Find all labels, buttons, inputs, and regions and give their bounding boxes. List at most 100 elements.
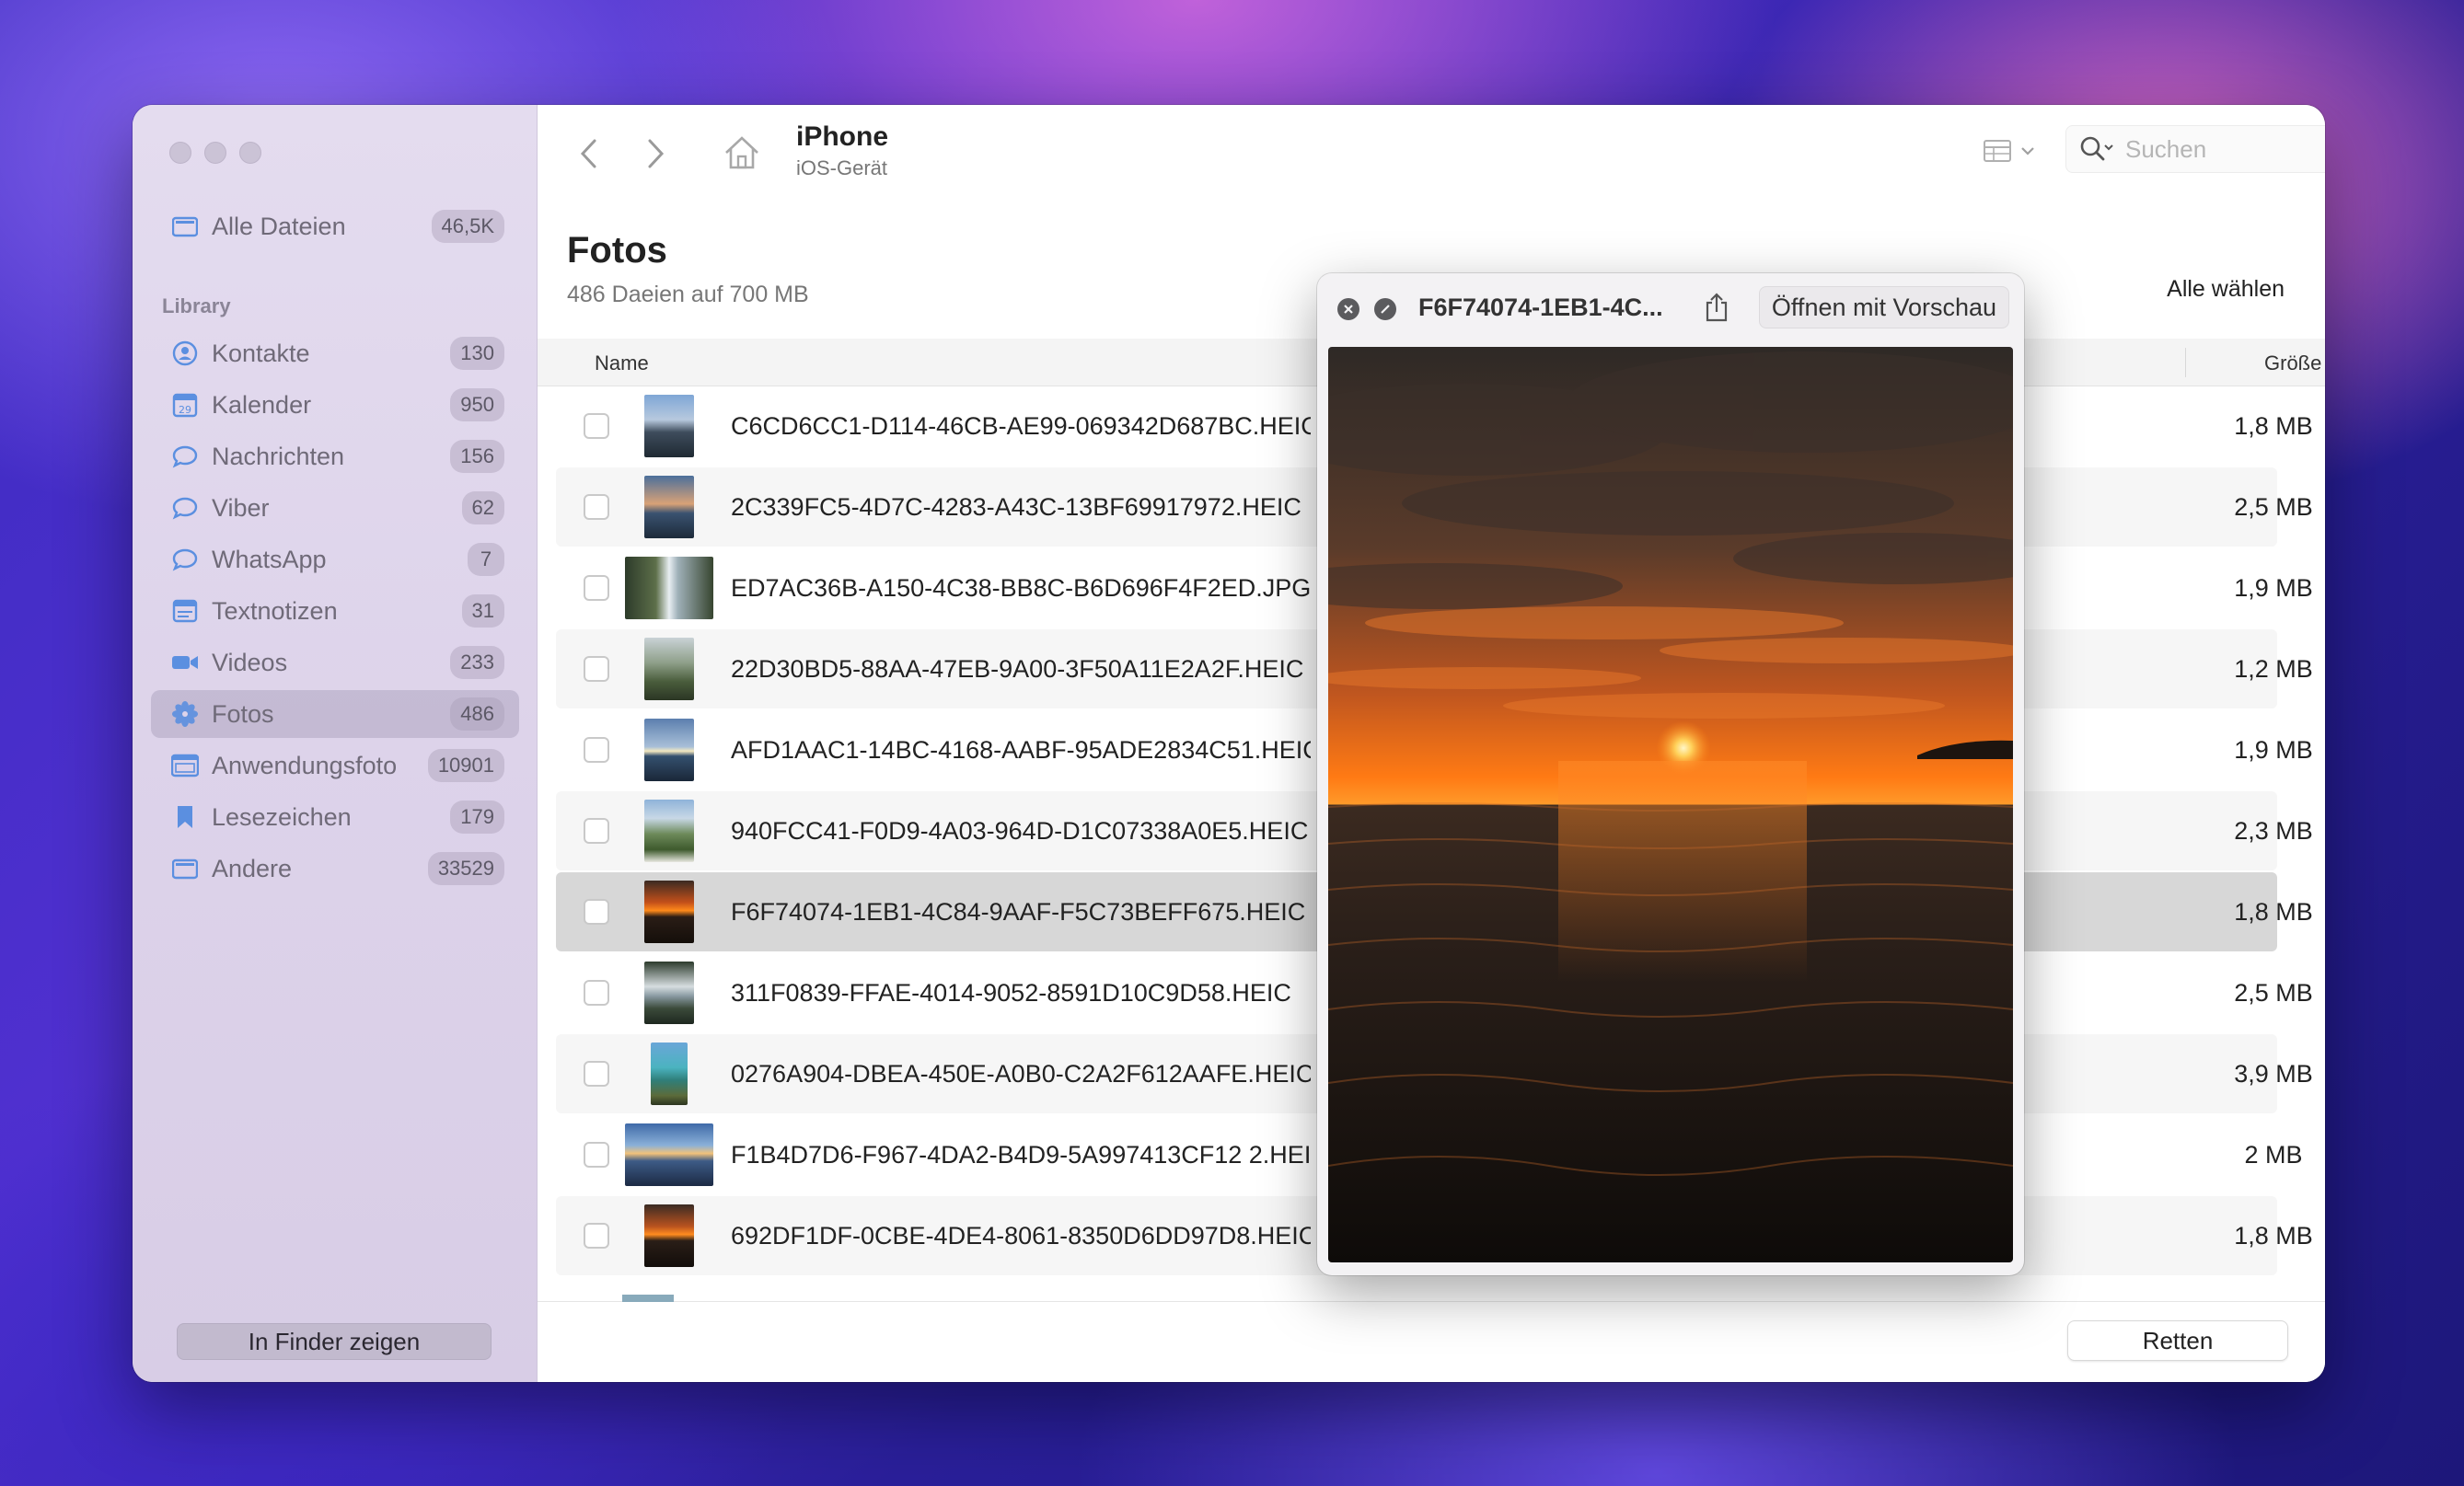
file-size: 1,8 MB <box>2234 1222 2313 1250</box>
chevron-left-icon <box>580 139 596 168</box>
search-icon <box>2080 136 2113 161</box>
row-checkbox[interactable] <box>584 656 609 682</box>
sidebar-item-whatsapp[interactable]: WhatsApp 7 <box>151 536 519 583</box>
photo-thumbnail <box>622 1295 674 1302</box>
photo-thumbnail <box>625 638 713 700</box>
home-button[interactable] <box>722 132 762 178</box>
back-button[interactable] <box>578 138 600 174</box>
device-name: iPhone <box>796 121 889 152</box>
sidebar-item-label: Lesezeichen <box>212 802 352 831</box>
sidebar-item-label: Alle Dateien <box>212 212 346 240</box>
expand-icon <box>1381 305 1390 314</box>
sidebar-item-label: Viber <box>212 493 270 522</box>
row-checkbox[interactable] <box>584 737 609 763</box>
count-badge: 10901 <box>427 749 504 782</box>
photo-thumbnail <box>625 1123 713 1186</box>
file-name: 311F0839-FFAE-4014-9052-8591D10C9D58.HEI… <box>731 979 1291 1007</box>
row-checkbox[interactable] <box>584 575 609 601</box>
forward-button[interactable] <box>644 138 666 174</box>
open-with-preview-button[interactable]: Öffnen mit Vorschau <box>1759 286 2009 328</box>
sidebar-item-nachrichten[interactable]: Nachrichten 156 <box>151 432 519 480</box>
calendar-icon: 29 <box>171 391 199 419</box>
search-field[interactable] <box>2065 125 2325 173</box>
file-name: ED7AC36B-A150-4C38-BB8C-B6D696F4F2ED.JPG <box>731 574 1311 602</box>
row-checkbox[interactable] <box>584 899 609 925</box>
sidebar-item-label: Videos <box>212 648 288 676</box>
sidebar-item-lesezeichen[interactable]: Lesezeichen 179 <box>151 793 519 841</box>
sidebar-item-all-files[interactable]: Alle Dateien 46,5K <box>151 202 519 250</box>
file-size: 2,5 MB <box>2234 979 2313 1007</box>
count-badge: 46,5K <box>431 210 504 243</box>
row-checkbox[interactable] <box>584 1223 609 1249</box>
chevron-down-icon <box>2021 147 2034 156</box>
photo-thumbnail <box>625 962 713 1024</box>
file-name: F1B4D7D6-F967-4DA2-B4D9-5A997413CF12 2.H… <box>731 1141 1311 1169</box>
file-name: 940FCC41-F0D9-4A03-964D-D1C07338A0E5.HEI… <box>731 817 1309 845</box>
recover-button[interactable]: Retten <box>2067 1320 2288 1361</box>
video-camera-icon <box>171 649 199 676</box>
file-name: F6F74074-1EB1-4C84-9AAF-F5C73BEFF675.HEI… <box>731 898 1306 926</box>
minimize-window-button[interactable] <box>204 142 226 164</box>
file-name: 2C339FC5-4D7C-4283-A43C-13BF69917972.HEI… <box>731 493 1301 521</box>
photo-thumbnail <box>625 881 713 943</box>
preview-fullscreen-button[interactable] <box>1374 298 1396 320</box>
view-options-button[interactable] <box>1983 138 2036 164</box>
show-in-finder-button[interactable]: In Finder zeigen <box>177 1323 492 1360</box>
sidebar-item-label: Kalender <box>212 390 312 419</box>
file-size: 1,9 MB <box>2234 736 2313 764</box>
location-title: iPhone iOS-Gerät <box>796 121 888 180</box>
file-size: 1,8 MB <box>2234 412 2313 440</box>
bookmark-icon <box>171 803 199 831</box>
sidebar-item-kalender[interactable]: 29 Kalender 950 <box>151 381 519 429</box>
photo-thumbnail <box>625 1043 713 1105</box>
count-badge: 31 <box>461 594 504 628</box>
svg-text:29: 29 <box>179 404 191 416</box>
count-badge: 179 <box>450 801 504 834</box>
file-name: 692DF1DF-0CBE-4DE4-8061-8350D6DD97D8.HEI… <box>731 1222 1311 1250</box>
file-size: 3,9 MB <box>2234 1060 2313 1088</box>
folder-icon <box>171 855 199 882</box>
file-size: 2 MB <box>2244 1141 2303 1169</box>
column-header-size[interactable]: Größe <box>2264 351 2321 375</box>
row-checkbox[interactable] <box>584 1061 609 1087</box>
column-header-name[interactable]: Name <box>595 351 649 375</box>
sidebar-item-anwendungsfoto[interactable]: Anwendungsfoto 10901 <box>151 742 519 789</box>
sidebar-item-viber[interactable]: Viber 62 <box>151 484 519 532</box>
count-badge: 156 <box>450 440 504 473</box>
photo-thumbnail <box>625 1204 713 1267</box>
select-all-link[interactable]: Alle wählen <box>2167 276 2285 303</box>
photo-thumbnail <box>625 557 713 619</box>
footer-bar: Retten <box>538 1295 2325 1382</box>
row-checkbox[interactable] <box>584 818 609 844</box>
sidebar-item-andere[interactable]: Andere 33529 <box>151 845 519 893</box>
share-icon <box>1706 293 1728 322</box>
row-checkbox[interactable] <box>584 1142 609 1168</box>
app-window-icon <box>171 752 199 779</box>
preview-image <box>1328 347 2013 1262</box>
row-checkbox[interactable] <box>584 413 609 439</box>
close-window-button[interactable] <box>169 142 191 164</box>
sidebar-item-kontakte[interactable]: Kontakte 130 <box>151 329 519 377</box>
message-bubble-icon <box>171 546 199 573</box>
search-input[interactable] <box>2125 134 2325 164</box>
window-controls <box>169 142 261 164</box>
share-button[interactable] <box>1704 292 1729 328</box>
count-badge: 33529 <box>427 852 504 885</box>
sidebar: Alle Dateien 46,5K Library Kontakte 130 … <box>133 105 538 1382</box>
preview-close-button[interactable] <box>1337 298 1359 320</box>
file-name: 0276A904-DBEA-450E-A0B0-C2A2F612AAFE.HEI… <box>731 1060 1311 1088</box>
row-checkbox[interactable] <box>584 980 609 1006</box>
file-name: AFD1AAC1-14BC-4168-AABF-95ADE2834C51.HEI… <box>731 736 1311 764</box>
message-bubble-icon <box>171 443 199 470</box>
sidebar-item-videos[interactable]: Videos 233 <box>151 639 519 686</box>
row-checkbox[interactable] <box>584 494 609 520</box>
folder-icon <box>171 213 199 240</box>
page-subtitle: 486 Daeien auf 700 MB <box>567 282 809 307</box>
sidebar-item-label: Textnotizen <box>212 596 338 625</box>
zoom-window-button[interactable] <box>239 142 261 164</box>
chevron-right-icon <box>648 139 665 168</box>
person-icon <box>171 340 199 367</box>
quick-look-preview: F6F74074-1EB1-4C... Öffnen mit Vorschau <box>1317 273 2024 1275</box>
sidebar-item-textnotizen[interactable]: Textnotizen 31 <box>151 587 519 635</box>
sidebar-item-fotos[interactable]: Fotos 486 <box>151 690 519 738</box>
